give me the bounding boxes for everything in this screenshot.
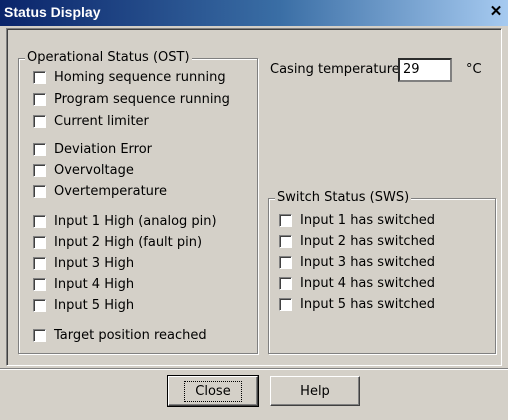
- checkbox-icon[interactable]: [33, 70, 46, 84]
- sws-group: Switch Status (SWS) Input 1 has switched…: [268, 190, 496, 354]
- ost-program-checkbox[interactable]: Program sequence running: [33, 90, 230, 108]
- ost-input5-checkbox[interactable]: Input 5 High: [33, 296, 134, 314]
- checkbox-icon[interactable]: [279, 213, 292, 227]
- checkbox-label: Input 1 High (analog pin): [54, 213, 217, 229]
- checkbox-label: Input 4 has switched: [300, 275, 436, 291]
- checkbox-label: Input 3 High: [54, 255, 135, 271]
- checkbox-icon[interactable]: [33, 214, 46, 228]
- checkbox-icon[interactable]: [33, 298, 46, 312]
- help-button[interactable]: Help: [270, 376, 360, 406]
- ost-overtemperature-checkbox[interactable]: Overtemperature: [33, 182, 167, 200]
- checkbox-icon[interactable]: [33, 235, 46, 249]
- sws-input2-checkbox[interactable]: Input 2 has switched: [279, 232, 435, 250]
- checkbox-label: Deviation Error: [54, 141, 153, 157]
- checkbox-label: Program sequence running: [54, 91, 230, 107]
- checkbox-icon[interactable]: [33, 184, 46, 198]
- checkbox-icon[interactable]: [33, 142, 46, 156]
- temperature-unit: °C: [466, 62, 482, 77]
- checkbox-label: Input 5 has switched: [300, 296, 436, 312]
- checkbox-label: Input 3 has switched: [300, 254, 436, 270]
- ost-input2-checkbox[interactable]: Input 2 High (fault pin): [33, 233, 202, 251]
- ost-group: Operational Status (OST) Homing sequence…: [18, 50, 258, 354]
- button-separator: [0, 368, 508, 370]
- checkbox-icon[interactable]: [279, 297, 292, 311]
- checkbox-label: Current limiter: [54, 113, 149, 129]
- window-title: Status Display: [4, 4, 101, 20]
- casing-temperature-label: Casing temperature:: [270, 62, 405, 77]
- checkbox-label: Input 2 High (fault pin): [54, 234, 203, 250]
- checkbox-icon[interactable]: [33, 163, 46, 177]
- checkbox-icon[interactable]: [33, 328, 46, 342]
- checkbox-label: Input 1 has switched: [300, 212, 436, 228]
- ost-input3-checkbox[interactable]: Input 3 High: [33, 254, 134, 272]
- checkbox-icon[interactable]: [279, 234, 292, 248]
- casing-temperature-field[interactable]: 29: [398, 58, 452, 82]
- checkbox-icon[interactable]: [33, 256, 46, 270]
- checkbox-label: Overvoltage: [54, 162, 134, 178]
- ost-current-limiter-checkbox[interactable]: Current limiter: [33, 112, 149, 130]
- checkbox-label: Input 2 has switched: [300, 233, 436, 249]
- ost-deviation-error-checkbox[interactable]: Deviation Error: [33, 140, 152, 158]
- checkbox-icon[interactable]: [33, 277, 46, 291]
- ost-input1-checkbox[interactable]: Input 1 High (analog pin): [33, 212, 217, 230]
- sws-input3-checkbox[interactable]: Input 3 has switched: [279, 253, 435, 271]
- help-button-label: Help: [300, 383, 330, 399]
- sws-input4-checkbox[interactable]: Input 4 has switched: [279, 274, 435, 292]
- title-bar[interactable]: Status Display ✕: [0, 0, 508, 26]
- sws-input1-checkbox[interactable]: Input 1 has switched: [279, 211, 435, 229]
- checkbox-icon[interactable]: [279, 276, 292, 290]
- checkbox-label: Homing sequence running: [54, 69, 226, 85]
- close-icon[interactable]: ✕: [488, 4, 504, 20]
- checkbox-icon[interactable]: [33, 114, 46, 128]
- ost-overvoltage-checkbox[interactable]: Overvoltage: [33, 161, 134, 179]
- checkbox-icon[interactable]: [279, 255, 292, 269]
- checkbox-label: Target position reached: [54, 327, 207, 343]
- close-button-label: Close: [184, 380, 242, 402]
- ost-group-label: Operational Status (OST): [25, 50, 192, 66]
- close-button[interactable]: Close: [167, 375, 259, 407]
- ost-input4-checkbox[interactable]: Input 4 High: [33, 275, 134, 293]
- checkbox-label: Overtemperature: [54, 183, 167, 199]
- checkbox-label: Input 5 High: [54, 297, 135, 313]
- checkbox-icon[interactable]: [33, 92, 46, 106]
- ost-homing-checkbox[interactable]: Homing sequence running: [33, 68, 226, 86]
- sws-input5-checkbox[interactable]: Input 5 has switched: [279, 295, 435, 313]
- checkbox-label: Input 4 High: [54, 276, 135, 292]
- sws-group-label: Switch Status (SWS): [275, 190, 412, 206]
- ost-target-reached-checkbox[interactable]: Target position reached: [33, 326, 207, 344]
